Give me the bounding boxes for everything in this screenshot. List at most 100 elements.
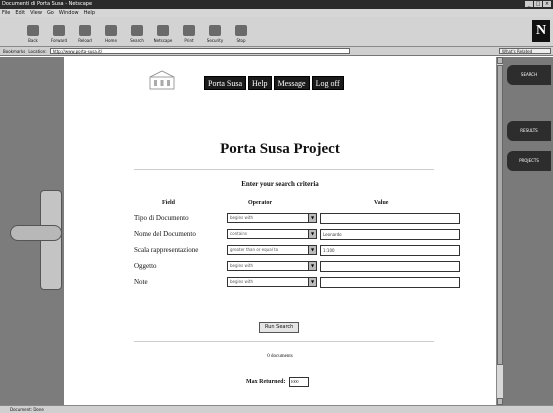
value-input[interactable]	[320, 277, 460, 288]
menu-edit[interactable]: Edit	[15, 9, 25, 17]
field-label: Tipo di Documento	[134, 214, 189, 222]
location-label: Location:	[28, 48, 47, 54]
home-icon	[105, 25, 117, 36]
location-bar: Bookmarks Location: http://www.porta-sus…	[0, 47, 553, 56]
operator-value: begins with	[230, 263, 254, 268]
nav-log-off[interactable]: Log off	[311, 76, 344, 90]
back-label: Back	[28, 38, 38, 43]
search-icon	[131, 25, 143, 36]
dropdown-arrow-icon[interactable]: ▼	[308, 214, 316, 222]
stop-icon	[235, 25, 247, 36]
menu-view[interactable]: View	[30, 9, 42, 17]
reload-icon	[79, 25, 91, 36]
criteria-row: Tipo di Documento begins with ▼	[134, 212, 464, 225]
nav-help[interactable]: Help	[248, 76, 272, 90]
max-returned-group: Max Returned: 1000	[246, 377, 309, 387]
bookmarks-button[interactable]: Bookmarks	[3, 49, 25, 54]
forward-icon	[53, 25, 65, 36]
operator-select[interactable]: begins with ▼	[227, 261, 317, 271]
back-button[interactable]: Back	[20, 17, 46, 45]
web-page: Porta Susa Help Message Log off Porta Su…	[64, 57, 496, 405]
dropdown-arrow-icon[interactable]: ▼	[308, 278, 316, 286]
url-input[interactable]: http://www.porta-susa.it/	[49, 48, 350, 54]
menu-window[interactable]: Window	[59, 9, 79, 17]
minimize-button[interactable]: _	[525, 1, 533, 7]
window-titlebar: Documenti di Porta Susa - Netscape _ □ ×	[0, 0, 553, 9]
reload-label: Reload	[78, 38, 92, 43]
binder-clip-icon	[10, 190, 62, 290]
criteria-row: Scala rappresentazione greater than or e…	[134, 244, 464, 257]
print-label: Print	[184, 38, 194, 43]
print-button[interactable]: Print	[176, 17, 202, 45]
operator-value: begins with	[230, 279, 254, 284]
close-button[interactable]: ×	[543, 1, 551, 7]
field-label: Oggetto	[134, 262, 157, 270]
window-controls: _ □ ×	[525, 0, 553, 9]
menu-file[interactable]: File	[2, 9, 10, 17]
top-nav: Porta Susa Help Message Log off	[204, 76, 344, 90]
value-input[interactable]: Leonardo	[320, 229, 460, 240]
dropdown-arrow-icon[interactable]: ▼	[308, 246, 316, 254]
lock-icon	[209, 25, 221, 36]
home-button[interactable]: Home	[98, 17, 124, 45]
left-background-panel	[0, 57, 64, 405]
reload-button[interactable]: Reload	[72, 17, 98, 45]
stop-label: Stop	[236, 38, 246, 43]
header-field: Field	[162, 200, 175, 206]
forward-label: Forward	[50, 38, 68, 43]
value-input[interactable]	[320, 213, 460, 224]
clip-bar	[10, 225, 62, 241]
criteria-row: Nome del Documento contains ▼ Leonardo	[134, 228, 464, 241]
field-label: Note	[134, 278, 148, 286]
tab-results[interactable]: RESULTS	[507, 121, 551, 141]
max-returned-input[interactable]: 1000	[288, 377, 309, 387]
dropdown-arrow-icon[interactable]: ▼	[308, 262, 316, 270]
window-title: Documenti di Porta Susa - Netscape	[2, 1, 93, 7]
operator-value: greater than or equal to	[230, 247, 279, 252]
menu-bar: File Edit View Go Window Help	[0, 9, 553, 17]
operator-select[interactable]: begins with ▼	[227, 277, 317, 287]
porta-susa-logo-icon	[149, 70, 175, 90]
netscape-button[interactable]: Netscape	[150, 17, 176, 45]
value-input[interactable]: 1:100	[320, 245, 460, 256]
result-count: 0 documents	[267, 354, 293, 359]
print-icon	[183, 25, 195, 36]
menu-help[interactable]: Help	[84, 9, 95, 17]
forward-button[interactable]: Forward	[46, 17, 72, 45]
netscape-label: Netscape	[153, 38, 173, 43]
operator-value: begins with	[230, 215, 254, 220]
whats-related-button[interactable]: What's Related	[499, 48, 551, 54]
dropdown-arrow-icon[interactable]: ▼	[308, 230, 316, 238]
run-search-button[interactable]: Run Search	[259, 322, 300, 333]
tab-search[interactable]: SEARCH	[507, 65, 551, 85]
home-label: Home	[105, 38, 117, 43]
divider	[134, 169, 434, 170]
operator-value: contains	[230, 231, 247, 236]
maximize-button[interactable]: □	[534, 1, 542, 7]
search-button[interactable]: Search	[124, 17, 150, 45]
tab-projects[interactable]: PROJECTS	[507, 151, 551, 171]
menu-go[interactable]: Go	[47, 9, 54, 17]
value-input[interactable]	[320, 261, 460, 272]
vertical-scrollbar[interactable]	[496, 57, 503, 405]
page-title: Porta Susa Project	[220, 141, 340, 157]
operator-select[interactable]: begins with ▼	[227, 213, 317, 223]
stop-button[interactable]: Stop	[228, 17, 254, 45]
operator-select[interactable]: contains ▼	[227, 229, 317, 239]
netscape-icon	[157, 25, 169, 36]
operator-select[interactable]: greater than or equal to ▼	[227, 245, 317, 255]
criteria-row: Oggetto begins with ▼	[134, 260, 464, 273]
security-label: Security	[206, 38, 224, 43]
max-returned-label: Max Returned:	[246, 379, 286, 385]
nav-porta-susa[interactable]: Porta Susa	[204, 76, 246, 90]
criteria-title: Enter your search criteria	[241, 180, 319, 188]
criteria-row: Note begins with ▼	[134, 276, 464, 289]
security-button[interactable]: Security	[202, 17, 228, 45]
search-label: Search	[130, 38, 144, 43]
divider	[134, 341, 434, 342]
navigation-toolbar: Back Forward Reload Home Search Netscape…	[0, 17, 553, 47]
back-icon	[27, 25, 39, 36]
header-operator: Operator	[248, 200, 272, 206]
field-label: Nome del Documento	[134, 230, 196, 238]
nav-message[interactable]: Message	[273, 76, 310, 90]
